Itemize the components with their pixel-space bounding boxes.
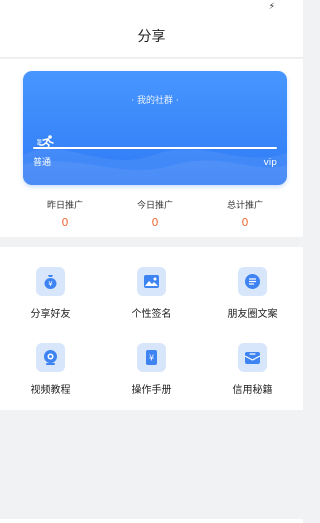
grid-item-share-friends[interactable]: ¥ 分享好友 <box>0 247 101 320</box>
stat-label: 今日推广 <box>136 201 173 211</box>
grid-item-video-tutorial[interactable]: 视频教程 <box>0 323 101 396</box>
grid-item-label: 信用秘籍 <box>232 385 273 396</box>
grid-item-label: 分享好友 <box>30 309 71 320</box>
grid-item-manual[interactable]: ¥ 操作手册 <box>101 323 202 396</box>
stat-value: 0 <box>241 216 249 229</box>
stat-value: 0 <box>61 216 69 229</box>
community-card[interactable]: · 我的社群 · 普通 vip <box>23 71 287 185</box>
level-start-label: 普通 <box>33 158 52 168</box>
page-title: 分享 <box>137 29 166 45</box>
bottom-edge <box>0 519 303 523</box>
grid-item-label: 朋友圈文案 <box>227 309 278 320</box>
grid-item-moments-copy[interactable]: 朋友圈文案 <box>202 247 303 320</box>
stat-yesterday: 昨日推广 0 <box>20 200 110 230</box>
grid-item-label: 个性签名 <box>131 309 172 320</box>
wave-decoration <box>23 149 287 185</box>
level-progress-track <box>33 147 277 149</box>
grid-item-signature[interactable]: 个性签名 <box>101 247 202 320</box>
level-end-label: vip <box>263 158 277 168</box>
feature-grid: ¥ 分享好友 个性签名 朋友圈文案 视频教程 ¥ 操作手册 信用秘籍 <box>0 247 303 410</box>
runner-icon <box>37 135 54 148</box>
stat-label: 昨日推广 <box>46 201 83 211</box>
grid-item-label: 视频教程 <box>30 385 71 396</box>
grid-item-credit-secrets[interactable]: 信用秘籍 <box>202 323 303 396</box>
list-icon <box>238 267 267 296</box>
stat-today: 今日推广 0 <box>110 200 200 230</box>
stat-value: 0 <box>151 216 159 229</box>
charging-icon: ⚡ <box>268 2 275 12</box>
card-title: · 我的社群 · <box>131 96 179 106</box>
title-bar: 分享 <box>0 14 303 58</box>
image-icon <box>137 267 166 296</box>
money-bag-icon: ¥ <box>36 267 65 296</box>
community-panel: · 我的社群 · 普通 vip 昨日推广 0 今日推广 0 总计推广 0 <box>0 59 303 237</box>
svg-text:¥: ¥ <box>149 354 154 363</box>
status-bar: ⚡ <box>0 0 303 14</box>
svg-text:¥: ¥ <box>48 280 53 288</box>
stat-label: 总计推广 <box>226 201 263 211</box>
manual-icon: ¥ <box>137 343 166 372</box>
camera-icon <box>36 343 65 372</box>
stat-total: 总计推广 0 <box>200 200 290 230</box>
credit-icon <box>238 343 267 372</box>
grid-item-label: 操作手册 <box>131 385 172 396</box>
